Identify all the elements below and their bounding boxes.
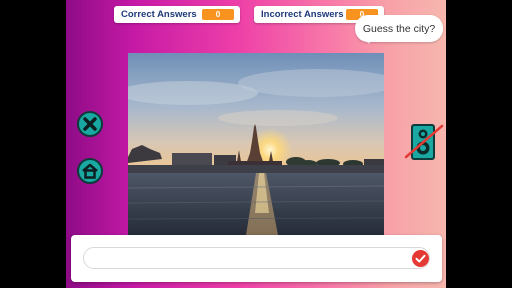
sound-toggle-button[interactable]	[404, 122, 446, 162]
correct-answers-value: 0	[202, 9, 234, 20]
city-photo	[128, 53, 384, 235]
close-icon	[77, 111, 103, 137]
checkmark-icon	[412, 250, 429, 267]
game-stage: Correct Answers 0 Incorrect Answers 0 Gu…	[66, 0, 446, 288]
city-photo-image	[128, 53, 384, 235]
correct-answers-label: Correct Answers	[121, 9, 197, 20]
correct-answers-counter: Correct Answers 0	[114, 6, 240, 23]
home-button[interactable]	[77, 158, 103, 184]
question-text: Guess the city?	[362, 22, 436, 35]
speaker-muted-icon	[404, 124, 444, 160]
incorrect-answers-label: Incorrect Answers	[261, 9, 344, 20]
close-button[interactable]	[77, 111, 103, 137]
home-icon	[77, 158, 103, 184]
answer-input[interactable]	[83, 247, 430, 269]
answer-panel	[71, 235, 442, 282]
question-speech-bubble: Guess the city?	[355, 15, 443, 42]
submit-answer-button[interactable]	[412, 250, 429, 267]
